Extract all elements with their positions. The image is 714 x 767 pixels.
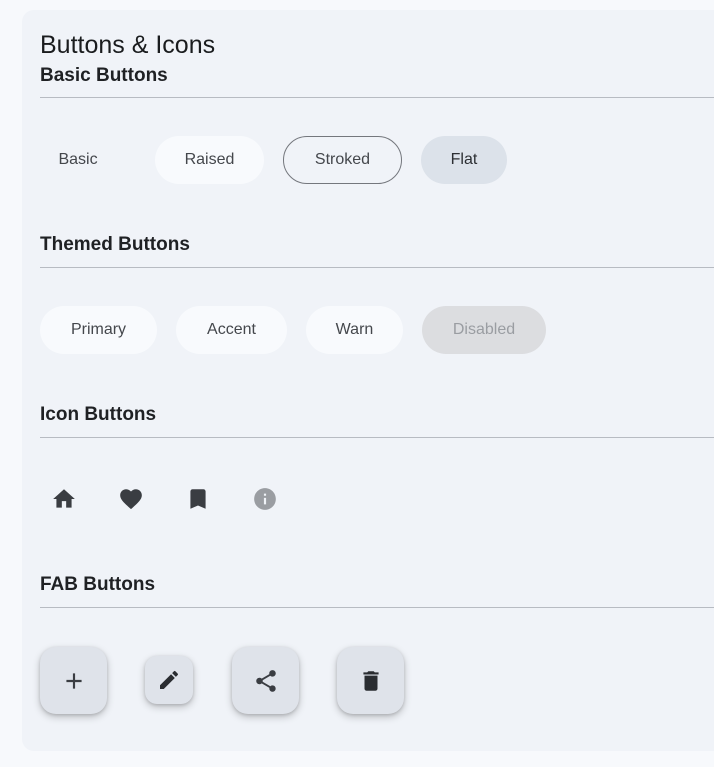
home-icon	[53, 489, 75, 508]
section-title-icon-buttons: Icon Buttons	[40, 404, 157, 425]
add-icon	[65, 672, 82, 689]
share-icon	[255, 669, 276, 692]
divider	[40, 607, 714, 608]
delete-icon	[362, 670, 379, 691]
info-icon-button	[245, 479, 285, 519]
section-title-fab-buttons: FAB Buttons	[40, 574, 156, 595]
accent-button[interactable]: Accent	[176, 306, 287, 354]
raised-button[interactable]: Raised	[155, 136, 264, 184]
primary-button[interactable]: Primary	[40, 306, 157, 354]
basic-button[interactable]: Basic	[40, 136, 116, 184]
stroked-button[interactable]: Stroked	[283, 136, 402, 184]
flat-button[interactable]: Flat	[421, 136, 507, 184]
section-title-basic-buttons: Basic Buttons	[40, 65, 168, 86]
warn-button[interactable]: Warn	[306, 306, 403, 354]
page-title: Buttons & Icons	[40, 31, 216, 59]
edit-icon	[160, 670, 179, 689]
delete-fab-button[interactable]	[337, 647, 404, 714]
disabled-button: Disabled	[422, 306, 546, 354]
add-fab-button[interactable]	[40, 647, 107, 714]
divider	[40, 437, 714, 438]
bookmark-icon	[190, 489, 206, 509]
heart-icon	[120, 489, 142, 510]
section-title-themed-buttons: Themed Buttons	[40, 234, 190, 255]
share-fab-button[interactable]	[232, 647, 299, 714]
home-icon-button[interactable]	[44, 479, 84, 519]
edit-fab-button[interactable]	[145, 656, 193, 704]
info-icon	[254, 488, 276, 510]
buttons-card	[22, 10, 714, 751]
divider	[40, 97, 714, 98]
favorite-icon-button[interactable]	[111, 479, 151, 519]
bookmark-icon-button[interactable]	[178, 479, 218, 519]
divider	[40, 267, 714, 268]
